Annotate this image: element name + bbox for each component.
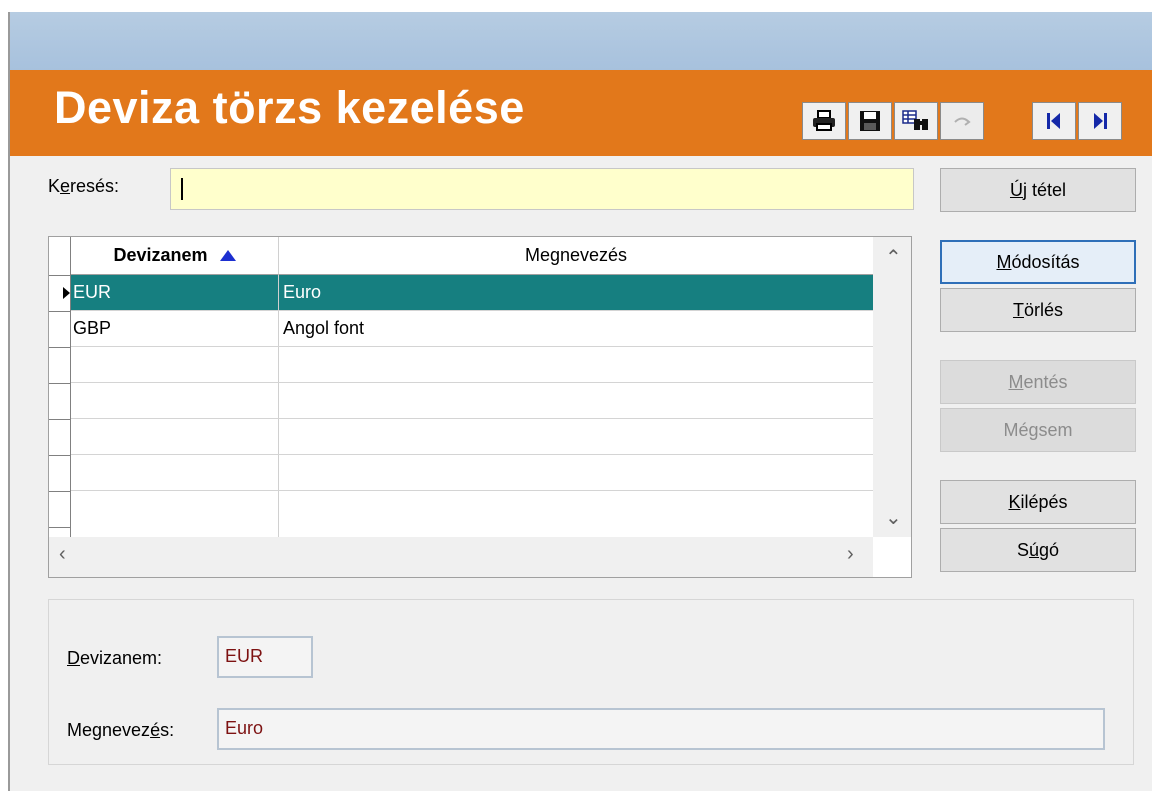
button-label: gó	[1039, 539, 1060, 560]
button-label: S	[1016, 539, 1029, 560]
undo-icon	[952, 114, 972, 128]
row-indicator-divider	[49, 491, 71, 492]
scroll-left-icon[interactable]: ‹	[59, 543, 66, 566]
currency-grid[interactable]: Devizanem Megnevezés EUR Euro GBP Angol …	[48, 236, 912, 578]
column-header-label: Megnevezés	[524, 245, 628, 265]
label-accel: é	[150, 720, 161, 740]
table-row[interactable]: EUR Euro	[71, 275, 873, 311]
label-accel: D	[67, 648, 80, 668]
currency-code-label: Devizanem:	[67, 648, 162, 669]
search-toolbar-button[interactable]	[894, 102, 938, 140]
column-header-devizanem[interactable]: Devizanem	[71, 237, 279, 275]
row-indicator-divider	[49, 275, 71, 276]
first-record-icon	[1044, 111, 1064, 131]
current-row-marker-icon	[63, 287, 70, 299]
save-toolbar-button[interactable]	[848, 102, 892, 140]
button-label: örlés	[1023, 299, 1063, 320]
currency-name-field[interactable]: Euro	[217, 708, 1105, 750]
horizontal-scrollbar[interactable]: ‹ ›	[49, 537, 873, 577]
empty-row[interactable]	[71, 491, 873, 537]
search-input[interactable]	[170, 168, 914, 210]
page-header: Deviza törzs kezelése	[10, 70, 1152, 156]
print-button[interactable]	[802, 102, 846, 140]
button-accel: g	[1028, 419, 1039, 440]
scroll-up-icon[interactable]: ⌃	[885, 245, 902, 270]
label-text: evizanem:	[80, 648, 163, 668]
empty-cell	[71, 491, 279, 537]
column-header-label: Devizanem	[113, 245, 208, 265]
cell-name: Euro	[283, 282, 322, 302]
button-accel: ú	[1028, 539, 1039, 560]
scroll-down-icon[interactable]: ⌄	[885, 505, 902, 530]
first-record-button[interactable]	[1032, 102, 1076, 140]
button-accel: K	[1008, 491, 1021, 512]
text-caret	[181, 178, 183, 200]
cell-code: GBP	[71, 311, 279, 346]
empty-cell	[71, 419, 279, 454]
cell-name: Angol font	[283, 318, 365, 338]
undo-toolbar-button[interactable]	[940, 102, 984, 140]
button-label: Mé	[1003, 419, 1029, 440]
table-row[interactable]: GBP Angol font	[71, 311, 873, 347]
empty-row[interactable]	[71, 455, 873, 491]
row-indicator-divider	[49, 311, 71, 312]
modify-button[interactable]: Módosítás	[940, 240, 1136, 284]
cancel-button[interactable]: Mé g sem	[940, 408, 1136, 452]
empty-cell	[71, 347, 279, 382]
button-label: sem	[1038, 419, 1073, 440]
button-accel: M	[996, 251, 1012, 272]
button-accel: M	[1008, 371, 1024, 392]
empty-row[interactable]	[71, 419, 873, 455]
search-binoculars-icon	[902, 109, 930, 133]
sort-ascending-icon	[219, 250, 236, 261]
new-item-button[interactable]: Új tétel	[940, 168, 1136, 212]
currency-name-label: Megnevezés:	[67, 720, 174, 741]
search-label-part: resés:	[70, 176, 120, 196]
row-indicator-divider	[49, 527, 71, 528]
empty-row[interactable]	[71, 383, 873, 419]
button-label: ilépés	[1020, 491, 1068, 512]
button-accel: Ú	[1009, 179, 1023, 200]
print-icon	[811, 109, 837, 133]
save-icon	[859, 110, 881, 132]
window-title-bar[interactable]	[10, 12, 1152, 70]
row-indicator-divider	[49, 347, 71, 348]
button-accel: T	[1012, 299, 1024, 320]
save-button[interactable]: Mentés	[940, 360, 1136, 404]
label-text: Megnevez	[67, 720, 151, 740]
empty-cell	[71, 383, 279, 418]
vertical-scrollbar[interactable]: ⌃ ⌄	[873, 237, 911, 537]
last-record-button[interactable]	[1078, 102, 1122, 140]
help-button[interactable]: Sú gó	[940, 528, 1136, 572]
button-label: j tétel	[1022, 179, 1067, 200]
column-header-megnevezes[interactable]: Megnevezés	[279, 237, 873, 275]
empty-cell	[71, 455, 279, 490]
scroll-right-icon[interactable]: ›	[847, 543, 854, 566]
label-text: s:	[160, 720, 175, 740]
row-indicator-divider	[49, 455, 71, 456]
row-indicator-divider	[49, 383, 71, 384]
cell-code: EUR	[71, 275, 279, 310]
search-label-part: K	[48, 176, 61, 196]
details-panel: Devizanem: EUR Megnevezés: Euro	[48, 599, 1134, 765]
empty-row[interactable]	[71, 347, 873, 383]
currency-code-field[interactable]: EUR	[217, 636, 313, 678]
app-window: Deviza törzs kezelése Keresés: Ú j tétel…	[8, 12, 1152, 791]
exit-button[interactable]: Kilépés	[940, 480, 1136, 524]
last-record-icon	[1090, 111, 1110, 131]
row-indicator-divider	[49, 419, 71, 420]
button-label: entés	[1023, 371, 1068, 392]
delete-button[interactable]: Törlés	[940, 288, 1136, 332]
page-title: Deviza törzs kezelése	[54, 82, 525, 133]
button-label: ódosítás	[1011, 251, 1080, 272]
search-label: Keresés:	[48, 176, 119, 197]
row-indicator-column	[49, 237, 71, 537]
search-label-accel: e	[60, 176, 71, 196]
